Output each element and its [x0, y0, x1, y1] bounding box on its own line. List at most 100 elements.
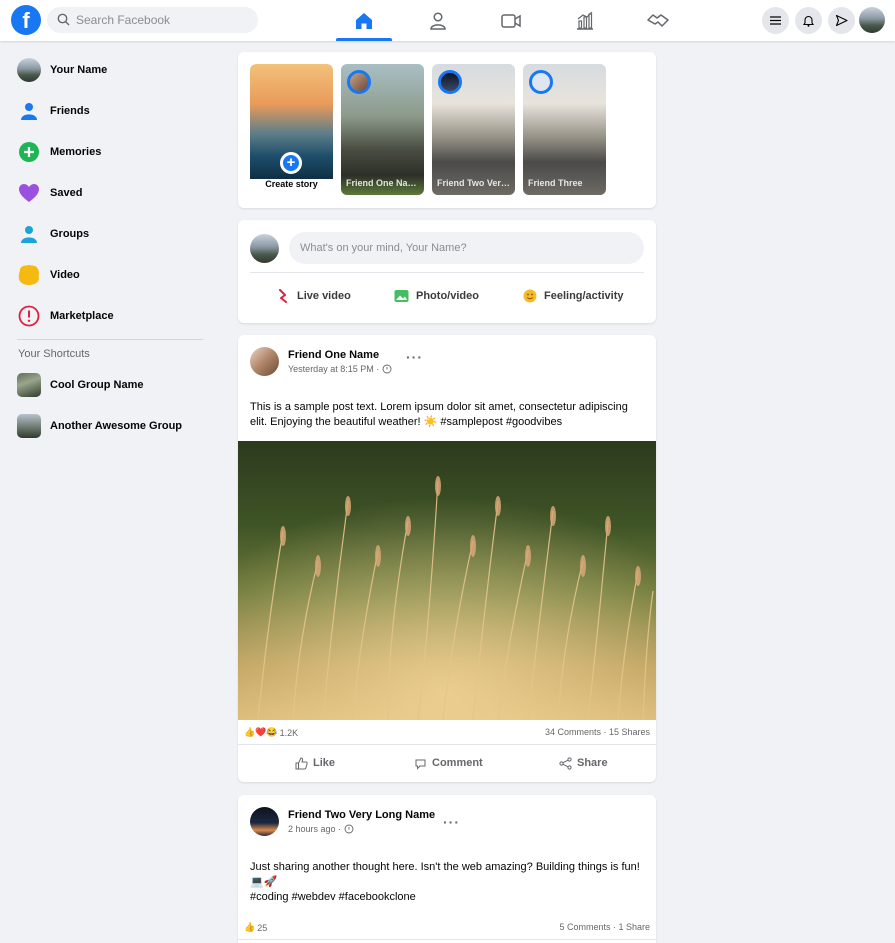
- photo-video-button[interactable]: Photo/video: [394, 286, 479, 306]
- sidebar-item-memories[interactable]: Memories: [10, 134, 205, 170]
- facebook-logo[interactable]: f: [11, 5, 41, 35]
- grass-photo: [238, 441, 656, 720]
- reaction-count: 1.2K: [279, 727, 299, 738]
- shortcut-label: Another Awesome Group: [50, 420, 183, 432]
- post-text-line: Just sharing another thought here. Isn't…: [250, 861, 640, 873]
- comment-icon: [415, 759, 426, 770]
- post-options-button[interactable]: ···: [406, 349, 423, 365]
- comment-share-counts[interactable]: 5 Comments · 1 Share: [559, 922, 650, 932]
- menu-button[interactable]: [762, 7, 789, 34]
- account-avatar[interactable]: [859, 7, 885, 33]
- post-text-emoji: 💻🚀: [250, 876, 278, 888]
- groups-icon: [17, 222, 41, 246]
- globe-icon: [382, 364, 392, 374]
- tab-profile[interactable]: [410, 0, 466, 41]
- shortcuts-title: Your Shortcuts: [18, 348, 90, 360]
- post-text: Just sharing another thought here. Isn't…: [250, 860, 645, 905]
- story-card[interactable]: Friend Two Very Long Name: [432, 64, 515, 195]
- sidebar-item-label: Your Name: [50, 64, 108, 76]
- sidebar-divider: [17, 339, 203, 340]
- post-card: Friend Two Very Long Name 2 hours ago · …: [238, 795, 656, 943]
- sidebar-item-friends[interactable]: Friends: [10, 93, 205, 129]
- person-icon: [430, 11, 446, 30]
- tab-video[interactable]: [483, 0, 539, 41]
- avatar: [17, 58, 41, 82]
- sidebar-item-label: Groups: [50, 228, 90, 240]
- post-hashtags: #coding #webdev #facebookclone: [250, 891, 416, 903]
- post-options-button[interactable]: ···: [443, 814, 460, 830]
- sidebar-item-label: Saved: [50, 187, 83, 199]
- story-card[interactable]: Friend Three: [523, 64, 606, 195]
- tab-deals[interactable]: [630, 0, 686, 41]
- search-input[interactable]: [76, 7, 251, 33]
- post-time[interactable]: Yesterday at 8:15 PM ·: [288, 364, 379, 374]
- sidebar-item-label: Memories: [50, 146, 102, 158]
- bell-icon: [802, 15, 815, 27]
- post-time[interactable]: 2 hours ago ·: [288, 824, 341, 834]
- reaction-count: 25: [257, 922, 268, 933]
- divider: [238, 939, 656, 940]
- story-name: Friend Two Very Long Name: [437, 178, 510, 188]
- like-button[interactable]: Like: [295, 753, 335, 773]
- story-name: Friend Three: [528, 178, 583, 188]
- feeling-activity-button[interactable]: Feeling/activity: [523, 286, 623, 306]
- divider: [238, 744, 656, 745]
- sidebar-item-label: Video: [50, 269, 80, 281]
- stories-card: + Create story Friend One Name Friend Tw…: [238, 52, 656, 208]
- story-card[interactable]: Friend One Name: [341, 64, 424, 195]
- post-image[interactable]: [238, 441, 656, 720]
- search-box[interactable]: [47, 7, 258, 33]
- plus-icon: [17, 140, 41, 164]
- smiley-icon: [523, 289, 537, 303]
- story-avatar: [529, 70, 553, 94]
- sidebar-item-profile[interactable]: Your Name: [10, 52, 205, 88]
- group-thumbnail: [17, 373, 41, 397]
- post-author[interactable]: Friend Two Very Long Name: [288, 809, 435, 821]
- post-meta: 2 hours ago ·: [288, 824, 354, 834]
- share-button[interactable]: Share: [559, 753, 608, 773]
- divider: [250, 272, 644, 273]
- video-blob-icon: [17, 263, 41, 287]
- tab-stats[interactable]: [557, 0, 613, 41]
- menu-icon: [770, 16, 781, 25]
- create-story-label: Create story: [250, 179, 333, 195]
- send-icon: [835, 14, 848, 27]
- friends-icon: [17, 99, 41, 123]
- globe-icon: [344, 824, 354, 834]
- home-icon: [356, 12, 372, 29]
- comment-share-counts[interactable]: 34 Comments · 15 Shares: [545, 727, 650, 737]
- heart-icon: [17, 181, 41, 205]
- plus-icon: +: [280, 152, 302, 174]
- story-avatar: [347, 70, 371, 94]
- sidebar-item-saved[interactable]: Saved: [10, 175, 205, 211]
- create-story[interactable]: + Create story: [250, 64, 333, 195]
- chart-icon: [577, 11, 593, 30]
- group-thumbnail: [17, 414, 41, 438]
- composer-input[interactable]: [289, 232, 644, 264]
- sidebar-item-groups[interactable]: Groups: [10, 216, 205, 252]
- reactions-summary[interactable]: 👍 25: [244, 922, 267, 933]
- comment-button[interactable]: Comment: [414, 753, 483, 773]
- reaction-emojis: 👍❤️😂: [244, 727, 278, 737]
- notifications-button[interactable]: [795, 7, 822, 34]
- handshake-icon: [647, 13, 669, 27]
- shortcut-item[interactable]: Another Awesome Group: [10, 408, 205, 444]
- tab-home[interactable]: [336, 0, 392, 41]
- composer-card: Live video Photo/video Feeling/activity: [238, 220, 656, 323]
- avatar[interactable]: [250, 347, 279, 376]
- sidebar-item-label: Friends: [50, 105, 90, 117]
- shortcut-item[interactable]: Cool Group Name: [10, 367, 205, 403]
- reactions-summary[interactable]: 👍❤️😂 1.2K: [244, 727, 298, 738]
- thumbs-up-icon: [295, 756, 308, 769]
- post-meta: Yesterday at 8:15 PM ·: [288, 364, 392, 374]
- sidebar-item-video[interactable]: Video: [10, 257, 205, 293]
- live-icon: [279, 289, 287, 303]
- share-icon: [559, 756, 572, 770]
- avatar[interactable]: [250, 807, 279, 836]
- sidebar-item-marketplace[interactable]: Marketplace: [10, 298, 205, 334]
- search-icon: [57, 13, 70, 26]
- alert-icon: [17, 304, 41, 328]
- post-author[interactable]: Friend One Name: [288, 349, 379, 361]
- messenger-button[interactable]: [828, 7, 855, 34]
- live-video-button[interactable]: Live video: [276, 286, 351, 306]
